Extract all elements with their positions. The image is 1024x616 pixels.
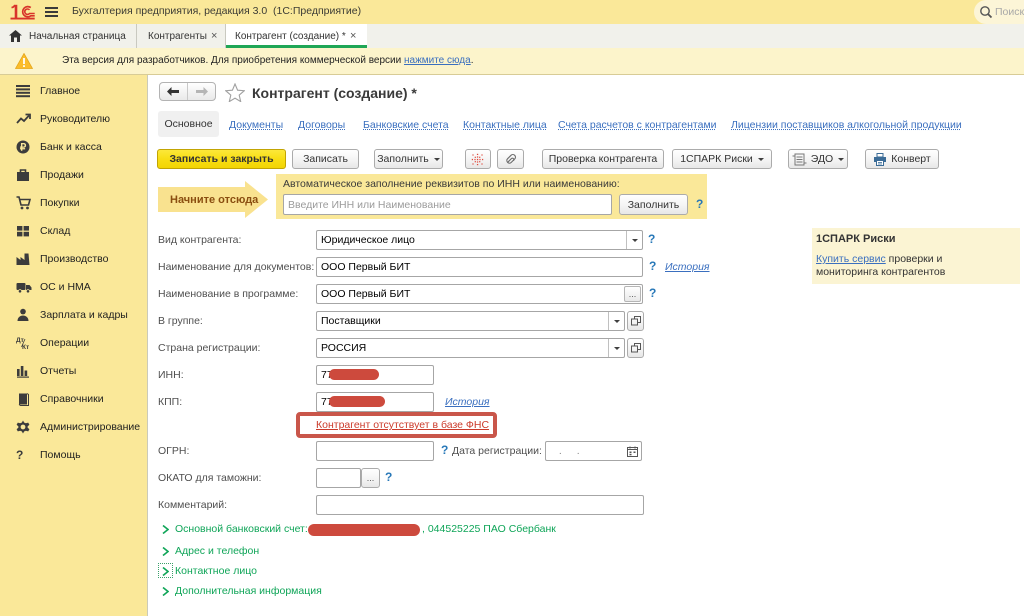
- svg-text:Начните отсюда: Начните отсюда: [170, 194, 259, 206]
- svg-text:Дт: Дт: [16, 337, 24, 344]
- svg-text:₽: ₽: [20, 143, 27, 154]
- svg-text:Кт: Кт: [22, 344, 29, 350]
